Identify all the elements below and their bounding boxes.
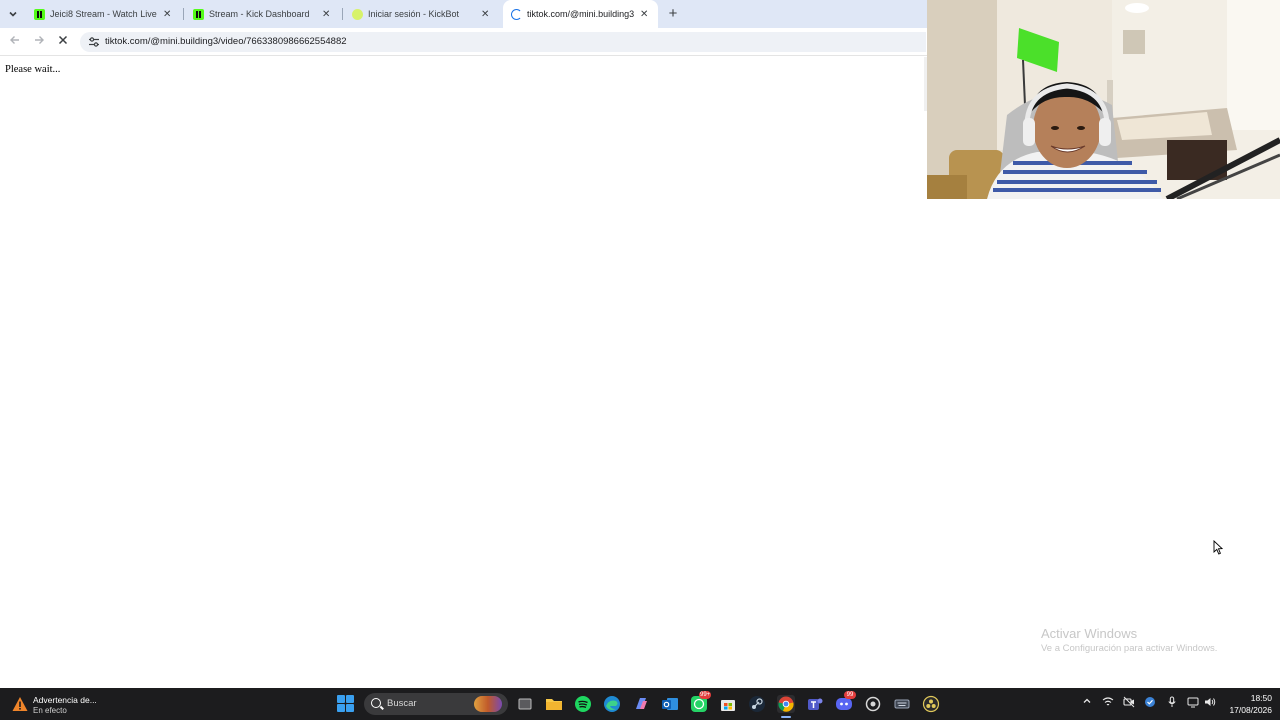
microphone-icon[interactable] xyxy=(1165,696,1179,710)
warning-icon xyxy=(12,697,28,711)
tab-strip: Jeici8 Stream - Watch Live on Kick ✕ Str… xyxy=(0,0,927,28)
taskbar-search-box[interactable]: Buscar xyxy=(364,693,508,715)
chevron-up-icon[interactable] xyxy=(1080,696,1094,710)
outlook-icon[interactable] xyxy=(661,695,679,713)
windows-logo-icon xyxy=(337,704,345,712)
steam-icon[interactable] xyxy=(748,695,766,713)
edge-icon[interactable] xyxy=(603,695,621,713)
tab-kickbot-login[interactable]: Iniciar sesión - KickBot ✕ xyxy=(344,0,499,28)
close-icon xyxy=(58,35,68,45)
tab-title: Iniciar sesión - KickBot xyxy=(368,9,460,19)
whatsapp-icon[interactable]: 99+ xyxy=(690,691,712,713)
kickbot-icon xyxy=(352,8,363,20)
activation-watermark-subtitle: Ve a Configuración para activar Windows. xyxy=(1041,643,1218,654)
tab-kick-dashboard[interactable]: Stream - Kick Dashboard ✕ xyxy=(185,0,340,28)
weather-warning-widget[interactable]: Advertencia de... En efecto xyxy=(10,695,120,715)
task-view-icon[interactable] xyxy=(516,695,534,713)
close-icon[interactable]: ✕ xyxy=(640,9,650,20)
file-explorer-icon[interactable] xyxy=(545,695,563,713)
tab-tiktok-video[interactable]: tiktok.com/@mini.building3/video/7663380… xyxy=(503,0,658,28)
arrow-right-icon xyxy=(35,36,44,44)
url-text[interactable]: tiktok.com/@mini.building3/video/7663380… xyxy=(105,36,347,47)
microsoft-store-icon[interactable] xyxy=(719,695,737,713)
back-button[interactable] xyxy=(6,33,24,51)
new-tab-button[interactable]: + xyxy=(664,5,682,23)
close-icon[interactable]: ✕ xyxy=(481,9,491,20)
network-icon[interactable] xyxy=(1101,696,1115,710)
address-bar[interactable]: tiktok.com/@mini.building3/video/7663380… xyxy=(80,32,926,52)
warning-title: Advertencia de... xyxy=(33,695,97,705)
mouse-cursor-icon xyxy=(1213,540,1223,555)
webcam-feed-image xyxy=(927,0,1280,199)
search-icon xyxy=(371,698,381,708)
kick-icon xyxy=(193,8,204,20)
close-icon[interactable]: ✕ xyxy=(322,9,332,20)
warning-subtitle: En efecto xyxy=(33,706,67,715)
chevron-down-icon xyxy=(9,11,17,17)
tab-title: tiktok.com/@mini.building3/video/7663380… xyxy=(527,9,634,19)
obs-icon[interactable] xyxy=(922,695,940,713)
site-settings-icon[interactable] xyxy=(88,36,100,48)
page-content: Please wait... xyxy=(0,57,927,688)
webcam-overlay xyxy=(927,0,1280,199)
defender-icon[interactable] xyxy=(1143,696,1157,710)
windows-logo-icon xyxy=(346,704,354,712)
forward-button[interactable] xyxy=(30,33,48,51)
keyboard-icon[interactable] xyxy=(893,695,911,713)
meet-now-icon[interactable] xyxy=(1122,696,1136,710)
teams-icon[interactable] xyxy=(806,695,824,713)
kick-icon xyxy=(34,8,45,20)
discord-badge: 99 xyxy=(844,691,856,699)
tab-jeici8-stream[interactable]: Jeici8 Stream - Watch Live on Kick ✕ xyxy=(26,0,181,28)
chrome-icon[interactable] xyxy=(777,695,795,718)
close-icon[interactable]: ✕ xyxy=(163,9,173,20)
active-indicator xyxy=(781,716,791,718)
search-highlight-icon xyxy=(474,696,502,712)
windows-logo-icon xyxy=(337,695,345,703)
tab-title: Jeici8 Stream - Watch Live on Kick xyxy=(50,9,157,19)
display-icon[interactable] xyxy=(1186,696,1200,710)
system-clock[interactable]: 18:50 17/08/2026 xyxy=(1222,693,1272,715)
tab-divider xyxy=(342,8,343,20)
discord-icon[interactable]: 99 xyxy=(835,691,856,713)
start-button[interactable] xyxy=(337,695,354,712)
activation-watermark-title: Activar Windows xyxy=(1041,626,1138,641)
browser-toolbar: tiktok.com/@mini.building3/video/7663380… xyxy=(0,28,927,56)
tab-title: Stream - Kick Dashboard xyxy=(209,9,310,19)
volume-icon[interactable] xyxy=(1203,696,1217,710)
tab-divider xyxy=(183,8,184,20)
loading-message: Please wait... xyxy=(5,64,61,75)
taskbar: Advertencia de... En efecto Buscar 99+ 9… xyxy=(0,688,1280,720)
arrow-left-icon xyxy=(10,36,19,44)
clock-time: 18:50 xyxy=(1250,693,1272,703)
spotify-icon[interactable] xyxy=(574,695,592,713)
search-placeholder: Buscar xyxy=(387,698,417,709)
tab-search-button[interactable] xyxy=(4,5,22,23)
stop-loading-button[interactable] xyxy=(54,33,72,51)
clock-date: 17/08/2026 xyxy=(1229,705,1272,715)
loading-spinner-icon xyxy=(511,8,522,20)
recorder-icon[interactable] xyxy=(864,695,882,713)
windows-logo-icon xyxy=(346,695,354,703)
whatsapp-badge: 99+ xyxy=(699,691,712,699)
copilot-icon[interactable] xyxy=(632,695,650,713)
